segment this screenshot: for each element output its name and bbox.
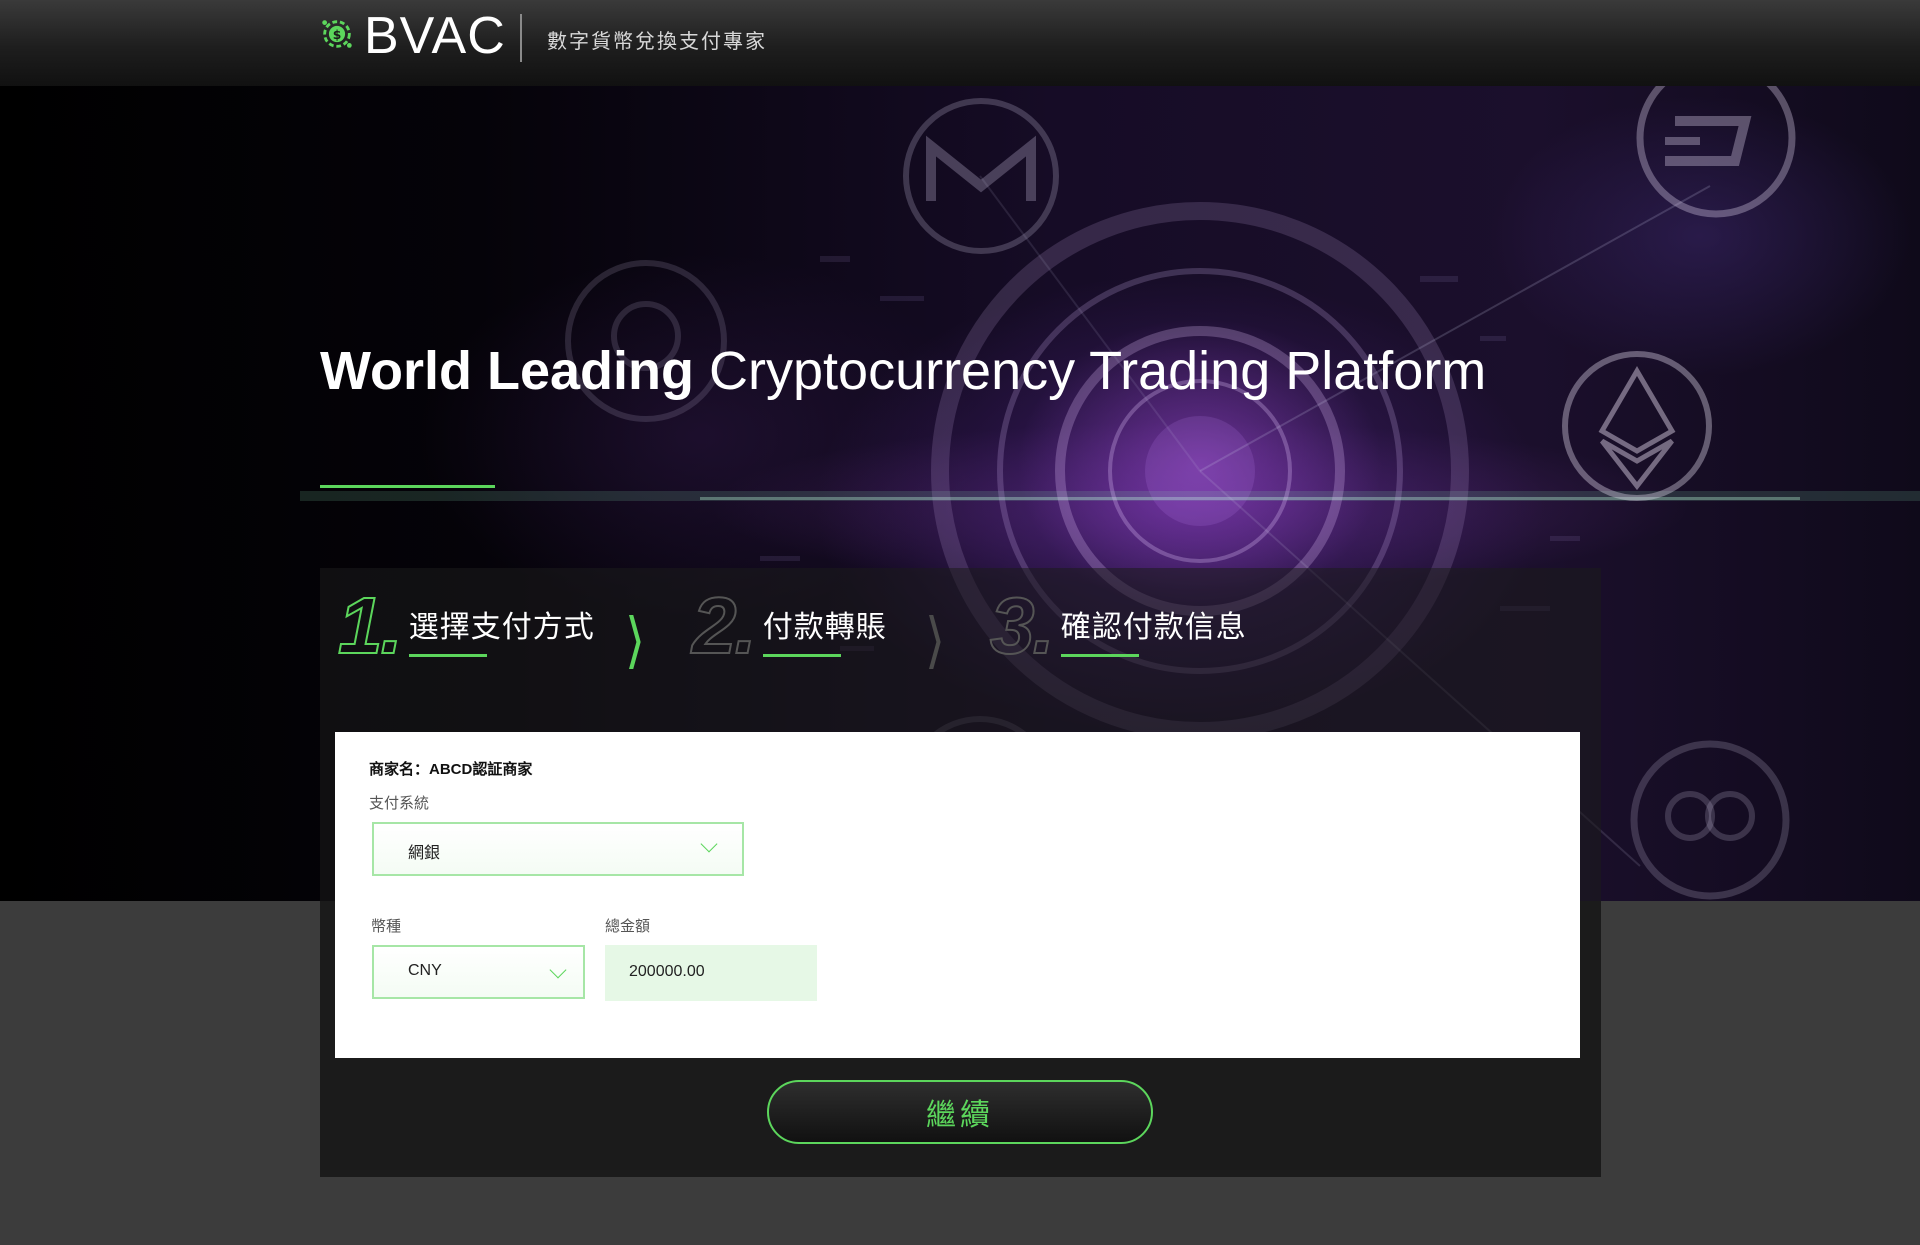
currency-label: 幣種 [371,918,402,935]
step-arrow-icon: ❭ [622,606,648,669]
header-divider [520,14,522,62]
brand-tagline: 數字貨幣兌換支付專家 [547,31,767,53]
ethereum-icon [1562,351,1712,501]
continue-button[interactable]: 繼續 [767,1080,1153,1144]
hero-title: World Leading Cryptocurrency Trading Pla… [320,340,1486,402]
step-2-label: 付款轉賬 [762,602,887,657]
step-1[interactable]: 1. 選擇支付方式 [337,581,595,670]
currency-select[interactable]: CNY [372,945,585,999]
amount-label: 總金額 [605,918,651,935]
step-1-label: 選擇支付方式 [408,602,595,657]
hero-title-light: Cryptocurrency Trading Platform [709,341,1487,401]
hero-title-bold: World Leading [320,341,694,401]
step-3-label: 確認付款信息 [1060,602,1247,657]
amount-value: 200000.00 [629,963,705,980]
dollar-gear-icon: $ [318,15,356,58]
step-1-number: 1. [337,581,404,670]
amount-field[interactable]: 200000.00 [605,945,817,1001]
payment-system-label: 支付系統 [369,795,430,812]
merchant-name: 商家名：ABCD認証商家 [369,761,533,778]
step-arrow-icon: ❭ [922,606,948,669]
payment-system-select[interactable]: 網銀 [372,822,744,876]
step-3-number: 3. [989,581,1056,670]
step-2[interactable]: 2. 付款轉賬 [691,581,887,670]
svg-text:$: $ [333,27,342,41]
payment-system-value: 網銀 [408,845,441,862]
chevron-down-icon [549,961,567,979]
brand-logo[interactable]: $ BVAC [318,7,506,65]
chevron-down-icon [700,835,718,853]
brand-name: BVAC [364,7,506,65]
site-header: $ BVAC 數字貨幣兌換支付專家 [0,0,1920,86]
ripple-icon [1630,740,1790,900]
hero-underline [320,485,495,488]
step-3[interactable]: 3. 確認付款信息 [989,581,1247,670]
step-2-number: 2. [691,581,758,670]
step-indicator: 1. 選擇支付方式 ❭ 2. 付款轉賬 ❭ 3. 確認付款信息 [320,568,1601,688]
dash-icon [1636,86,1796,218]
currency-value: CNY [408,962,442,979]
payment-form: 商家名：ABCD認証商家 支付系統 網銀 幣種 CNY 總金額 200000.0… [335,732,1580,1058]
